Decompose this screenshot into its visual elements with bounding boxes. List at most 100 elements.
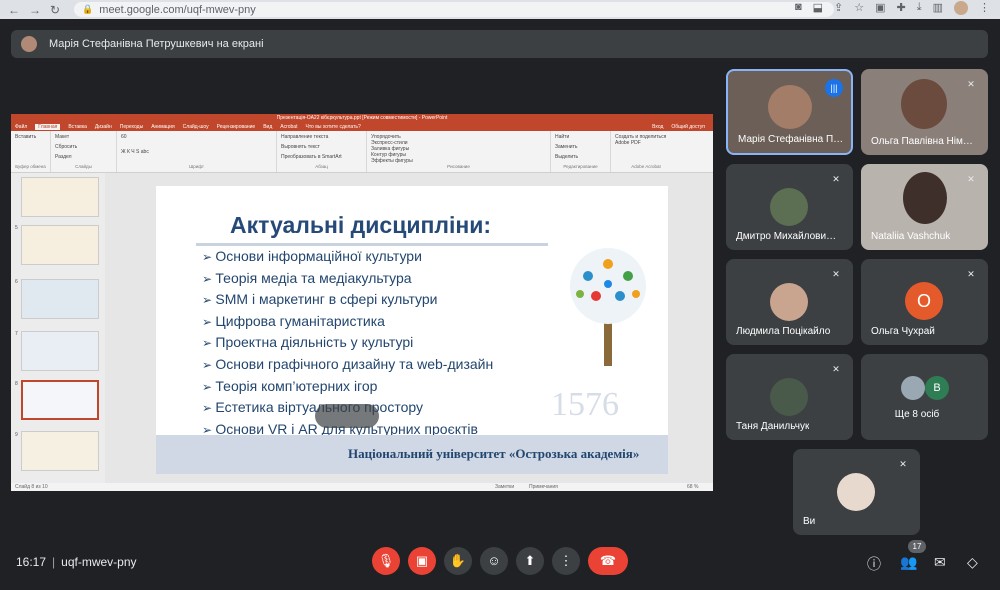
ribbon-group-label: Абзац [315, 164, 328, 169]
select-button[interactable]: Выделить [555, 154, 606, 160]
font-size-box[interactable]: 60 [121, 134, 272, 140]
font-format-icons[interactable]: Ж К Ч S abc [121, 149, 272, 155]
mic-off-icon: ✕ [967, 79, 975, 89]
list-item: Проектна діяльність у культурі [202, 332, 493, 354]
more-participants-tile[interactable]: В Ще 8 осіб [861, 354, 988, 440]
slide-thumbnail[interactable] [21, 225, 99, 265]
forward-icon[interactable]: → [29, 3, 41, 17]
slide-thumbnails: 5 6 7 8 9 [11, 173, 105, 483]
smartart-button[interactable]: Преобразовать в SmartArt [281, 154, 362, 160]
info-icon[interactable]: ⓘ [867, 554, 881, 574]
activities-icon[interactable]: ◇ [967, 554, 978, 571]
back-icon[interactable]: ← [8, 3, 20, 17]
presenter-banner: Марія Стефанівна Петрушкевич на екрані [11, 30, 988, 58]
ribbon-group-label: Adobe Acrobat [631, 164, 661, 169]
ppt-titlebar: Презентація-ОА22 кібєркультура.ppt [Режи… [11, 114, 713, 123]
participant-tile[interactable]: ✕ Дмитро Михайлови… [726, 164, 853, 250]
sidepanel-icon[interactable]: ▥ [933, 1, 943, 15]
extensions-area: ◙ ⬓ ⇪ ☆ ▣ ✚ ⤓ ▥ ⋮ [795, 1, 990, 15]
ppt-tab[interactable]: Рецензирование [217, 124, 256, 130]
mic-off-icon: ✕ [899, 459, 907, 469]
extension-icon[interactable]: ▣ [875, 1, 885, 15]
address-bar[interactable]: 🔒 meet.google.com/uqf-mwev-pny [74, 2, 835, 17]
cast-icon[interactable]: ⬓ [813, 1, 823, 15]
screen-hover-controls[interactable] [315, 404, 379, 428]
participant-tile[interactable]: О ✕ Ольга Чухрай [861, 259, 988, 345]
text-direction-button[interactable]: Направление текста [281, 134, 362, 140]
slide-thumbnail-selected[interactable] [21, 380, 99, 420]
participant-tile[interactable]: ✕ Людмила Поцікайло [726, 259, 853, 345]
more-options-button[interactable]: ⋮ [552, 547, 580, 575]
share-icon[interactable]: ⇪ [834, 1, 843, 15]
participant-tile[interactable]: ✕ Ольга Павлівна Нім… [861, 69, 988, 155]
participant-tile[interactable]: ✕ Таня Данильчук [726, 354, 853, 440]
participant-initial: О [905, 282, 943, 320]
acrobat-button[interactable]: Создать и поделиться Adobe PDF [615, 134, 677, 146]
reload-icon[interactable]: ↻ [50, 3, 60, 17]
ppt-tab[interactable]: Acrobat [280, 124, 297, 130]
participant-tile[interactable]: ✕ Nataliia Vashchuk [861, 164, 988, 250]
slide-number: 5 [15, 225, 18, 231]
ppt-tab[interactable]: Анимация [151, 124, 174, 130]
ppt-tab[interactable]: Переходы [120, 124, 143, 130]
university-name: Національний університет «Острозька акад… [348, 446, 640, 461]
chat-icon[interactable]: ✉ [934, 554, 946, 571]
presenter-avatar [21, 36, 37, 52]
slide-thumbnail[interactable] [21, 279, 99, 319]
raise-hand-button[interactable]: ✋ [444, 547, 472, 575]
browser-toolbar: ← → ↻ 🔒 meet.google.com/uqf-mwev-pny ◙ ⬓… [0, 0, 1000, 19]
people-icon[interactable]: 👥 [900, 554, 917, 571]
layout-button[interactable]: Макет [55, 134, 112, 140]
align-text-button[interactable]: Выровнять текст [281, 144, 362, 150]
mic-off-button[interactable]: 🎙 [372, 547, 400, 575]
ppt-share[interactable]: Общий доступ [671, 124, 705, 130]
paste-button[interactable]: Вставить [15, 134, 46, 140]
ppt-tab-active[interactable]: Главная [35, 124, 61, 130]
download-icon[interactable]: ⤓ [917, 1, 922, 15]
replace-button[interactable]: Заменить [555, 144, 606, 150]
people-count-badge: 17 [908, 540, 926, 553]
slide-number: 9 [15, 432, 18, 438]
slide-thumbnail[interactable] [21, 177, 99, 217]
slide-thumbnail[interactable] [21, 431, 99, 471]
ppt-tab[interactable]: Слайд-шоу [183, 124, 209, 130]
section-button[interactable]: Раздел [55, 154, 112, 160]
ppt-statusbar: Слайд 8 из 10 Заметки Примечания 68 % [11, 483, 713, 491]
self-tile[interactable]: ✕ Ви [793, 449, 920, 535]
slide-thumbnail[interactable] [21, 331, 99, 371]
camera-icon[interactable]: ◙ [795, 1, 802, 15]
slide-counter: Слайд 8 из 10 [15, 484, 48, 490]
notes-button[interactable]: Заметки [495, 483, 514, 491]
url-text: meet.google.com/uqf-mwev-pny [99, 3, 256, 16]
ppt-tab[interactable]: Дизайн [95, 124, 112, 130]
emoji-button[interactable]: ☺ [480, 547, 508, 575]
ribbon-paragraph: Направление текста Выровнять текст Преоб… [277, 131, 367, 172]
ppt-tab[interactable]: Вставка [68, 124, 87, 130]
end-call-button[interactable]: ☎ [588, 547, 628, 575]
find-button[interactable]: Найти [555, 134, 606, 140]
participant-tile[interactable]: ||| Марія Стефанівна П… [726, 69, 853, 155]
ppt-window-title: Презентація-ОА22 кібєркультура.ppt [Режи… [276, 115, 448, 121]
participant-name: Ви [803, 516, 816, 527]
camera-off-button[interactable]: ▣ [408, 547, 436, 575]
star-icon[interactable]: ☆ [854, 1, 864, 15]
ppt-login[interactable]: Вход [652, 124, 663, 130]
ppt-tell-me[interactable]: Что вы хотите сделать? [305, 124, 360, 130]
shared-screen: Презентація-ОА22 кібєркультура.ppt [Режи… [11, 114, 713, 491]
ppt-tab[interactable]: Файл [15, 124, 27, 130]
current-slide: Актуальні дисципліни: Основи інформаційн… [156, 186, 668, 474]
participant-video [768, 85, 812, 129]
reset-button[interactable]: Сбросить [55, 144, 112, 150]
comments-button[interactable]: Примечания [529, 483, 558, 491]
ppt-tab[interactable]: Вид [263, 124, 272, 130]
puzzle-icon[interactable]: ✚ [897, 1, 906, 15]
ribbon-group-label: Редактирование [563, 164, 598, 169]
meeting-time: 16:17 [16, 555, 47, 569]
participant-name: Таня Данильчук [736, 421, 810, 432]
ribbon-group-label: Буфер обмена [15, 164, 46, 169]
profile-avatar[interactable] [954, 1, 968, 15]
tech-tree-icon [570, 248, 646, 366]
present-button[interactable]: ⬆ [516, 547, 544, 575]
menu-icon[interactable]: ⋮ [979, 1, 990, 15]
zoom-level[interactable]: 68 % [687, 483, 698, 491]
